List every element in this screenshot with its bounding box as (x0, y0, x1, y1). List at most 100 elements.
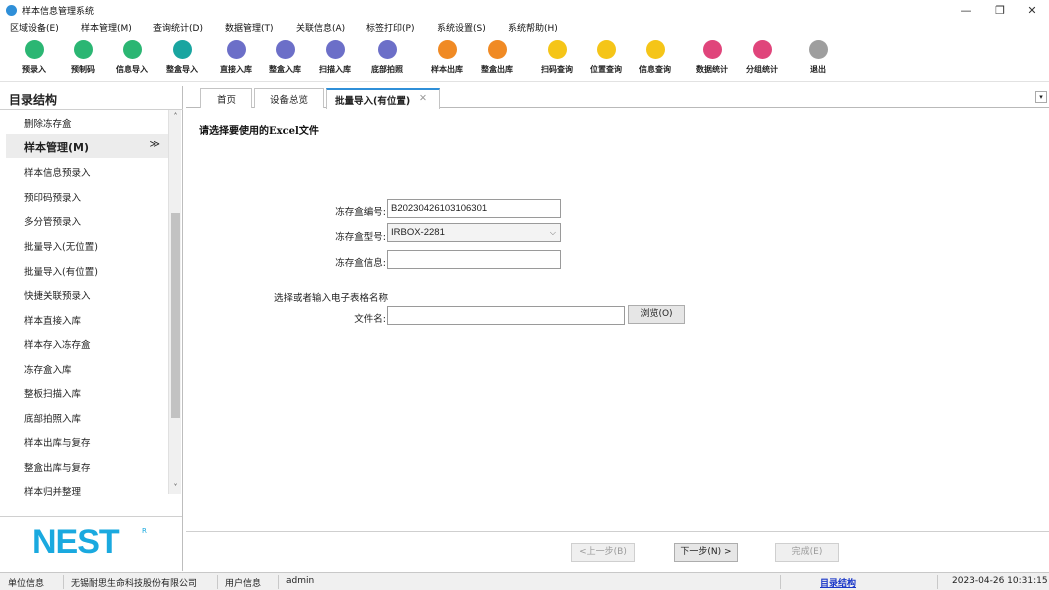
box-info-label: 冻存盒信息: (335, 258, 386, 269)
close-button[interactable]: ✕ (1015, 0, 1049, 20)
import-wizard-panel: 请选择要使用的Excel文件 冻存盒编号: B20230426103106301… (186, 108, 1049, 531)
out-icon (437, 40, 457, 59)
power-icon (808, 40, 828, 59)
tool-box-import[interactable]: 整盒导入 (162, 40, 202, 78)
tool-info-import[interactable]: 信息导入 (112, 40, 152, 78)
status-divider (217, 575, 218, 589)
tool-scan-store[interactable]: 扫描入库 (315, 40, 355, 78)
browse-button[interactable]: 浏览(O) (628, 305, 685, 324)
menu-system-settings[interactable]: 系统设置(S) (437, 21, 486, 34)
app-window: 样本信息管理系统 — ❐ ✕ 区域设备(E) 样本管理(M) 查询统计(D) 数… (0, 0, 1049, 590)
status-divider (278, 575, 279, 589)
group-icon (752, 40, 772, 59)
prev-button[interactable]: <上一步(B) (571, 543, 635, 562)
tab-batch-import[interactable]: 批量导入(有位置) ✕ (326, 88, 440, 109)
sidebar-item[interactable]: 冻存盒入库 (6, 356, 168, 380)
menu-label-print[interactable]: 标签打印(P) (366, 21, 414, 34)
tool-info-query[interactable]: 信息查询 (635, 40, 675, 78)
box-type-value: IRBOX-2281 (391, 227, 445, 238)
sidebar-group-label: 样本管理(M) (24, 141, 90, 154)
chart-icon (702, 40, 722, 59)
sidebar: 目录结构 删除冻存盒 样本管理(M) ≫ 样本信息预录入 预印码预录入 多分管预… (0, 86, 183, 571)
sidebar-item[interactable]: 整板扫描入库 (6, 380, 168, 404)
user-info-value: admin (286, 576, 315, 586)
tab-list-dropdown-icon[interactable]: ▾ (1035, 91, 1047, 103)
tool-sample-out[interactable]: 样本出库 (427, 40, 467, 78)
status-bar: 单位信息 无锡耐思生命科技股份有限公司 用户信息 admin 目录结构 2023… (0, 572, 1049, 590)
menu-sample-manage[interactable]: 样本管理(M) (81, 21, 132, 34)
box-type-label: 冻存盒型号: (335, 232, 386, 243)
sidebar-item[interactable]: 快捷关联预录入 (6, 282, 168, 306)
next-button[interactable]: 下一步(N) > (674, 543, 738, 562)
tool-direct-store[interactable]: 直接入库 (216, 40, 256, 78)
sidebar-header: 目录结构 (0, 86, 183, 110)
box-type-select[interactable]: IRBOX-2281 ⌵ (387, 223, 561, 242)
barcode-icon (73, 40, 93, 59)
window-title: 样本信息管理系统 (22, 7, 95, 17)
sheet-prompt: 选择或者输入电子表格名称 (274, 293, 389, 304)
collapse-chevron-icon: ≫ (149, 139, 160, 150)
tool-bottom-photo[interactable]: 底部拍照 (367, 40, 407, 78)
sidebar-item[interactable]: 多分管预录入 (6, 208, 168, 232)
unit-info-value: 无锡耐思生命科技股份有限公司 (71, 579, 198, 589)
sidebar-group-sample-manage[interactable]: 样本管理(M) ≫ (6, 134, 168, 158)
store-icon (226, 40, 246, 59)
sidebar-item[interactable]: 批量导入(有位置) (6, 258, 168, 282)
box-import-icon (172, 40, 192, 59)
toolbar: 预录入 预制码 信息导入 整盒导入 直接入库 整盒入库 扫描入库 底部拍照 样本… (0, 36, 1049, 82)
tab-close-icon[interactable]: ✕ (419, 93, 427, 104)
tab-home[interactable]: 首页 (200, 88, 252, 108)
sidebar-scrollbar[interactable]: ˄ ˅ (168, 110, 181, 494)
menu-linked-info[interactable]: 关联信息(A) (296, 21, 345, 34)
menu-system-help[interactable]: 系统帮助(H) (508, 21, 558, 34)
menu-region-device[interactable]: 区域设备(E) (10, 21, 59, 34)
sidebar-item[interactable]: 预印码预录入 (6, 184, 168, 208)
tool-pre-entry[interactable]: 预录入 (14, 40, 54, 78)
instruction-text: 请选择要使用的Excel文件 (199, 126, 319, 137)
sidebar-item[interactable]: 样本存入冻存盒 (6, 331, 168, 355)
maximize-button[interactable]: ❐ (983, 0, 1017, 20)
tool-scan-query[interactable]: 扫码查询 (537, 40, 577, 78)
sidebar-item[interactable]: 样本出库与复存 (6, 429, 168, 453)
box-id-field[interactable]: B20230426103106301 (387, 199, 561, 218)
sidebar-item[interactable]: 样本归并整理 (6, 478, 168, 502)
finish-button[interactable]: 完成(E) (775, 543, 839, 562)
tool-box-store[interactable]: 整盒入库 (265, 40, 305, 78)
sidebar-item[interactable]: 批量导入(无位置) (6, 233, 168, 257)
menu-bar: 区域设备(E) 样本管理(M) 查询统计(D) 数据管理(T) 关联信息(A) … (0, 20, 1049, 35)
box-info-field[interactable] (387, 250, 561, 269)
minimize-button[interactable]: — (949, 0, 983, 20)
unit-info-label: 单位信息 (8, 579, 45, 589)
status-datetime: 2023-04-26 10:31:15 (952, 576, 1048, 586)
logo-area: NEST R (0, 516, 182, 571)
sidebar-item[interactable]: 整盒出库与复存 (6, 454, 168, 478)
sidebar-item[interactable]: 样本信息预录入 (6, 159, 168, 183)
scroll-up-icon[interactable]: ˄ (169, 112, 182, 121)
box-out-icon (487, 40, 507, 59)
scroll-down-icon[interactable]: ˅ (169, 483, 182, 492)
box-id-label: 冻存盒编号: (335, 207, 386, 218)
scroll-thumb[interactable] (171, 213, 180, 418)
tool-box-out[interactable]: 整盒出库 (477, 40, 517, 78)
tool-prefab-code[interactable]: 预制码 (63, 40, 103, 78)
tool-group-stats[interactable]: 分组统计 (742, 40, 782, 78)
tool-data-stats[interactable]: 数据统计 (692, 40, 732, 78)
tab-device-overview[interactable]: 设备总览 (254, 88, 324, 108)
sidebar-title: 目录结构 (9, 93, 58, 107)
chevron-down-icon: ⌵ (549, 228, 556, 237)
sidebar-item[interactable]: 样本直接入库 (6, 307, 168, 331)
status-divider (63, 575, 64, 589)
location-icon (596, 40, 616, 59)
search-icon (547, 40, 567, 59)
tool-location-query[interactable]: 位置查询 (586, 40, 626, 78)
file-name-field[interactable] (387, 306, 625, 325)
sidebar-item[interactable]: 底部拍照入库 (6, 405, 168, 429)
tab-bar: 首页 设备总览 批量导入(有位置) ✕ ▾ (186, 86, 1049, 109)
tool-exit[interactable]: 退出 (798, 40, 838, 78)
import-icon (122, 40, 142, 59)
menu-data-manage[interactable]: 数据管理(T) (225, 21, 274, 34)
sidebar-item-delete-box[interactable]: 删除冻存盒 (6, 110, 168, 134)
menu-query-stats[interactable]: 查询统计(D) (153, 21, 203, 34)
camera-icon (377, 40, 397, 59)
directory-link[interactable]: 目录结构 (820, 576, 856, 589)
